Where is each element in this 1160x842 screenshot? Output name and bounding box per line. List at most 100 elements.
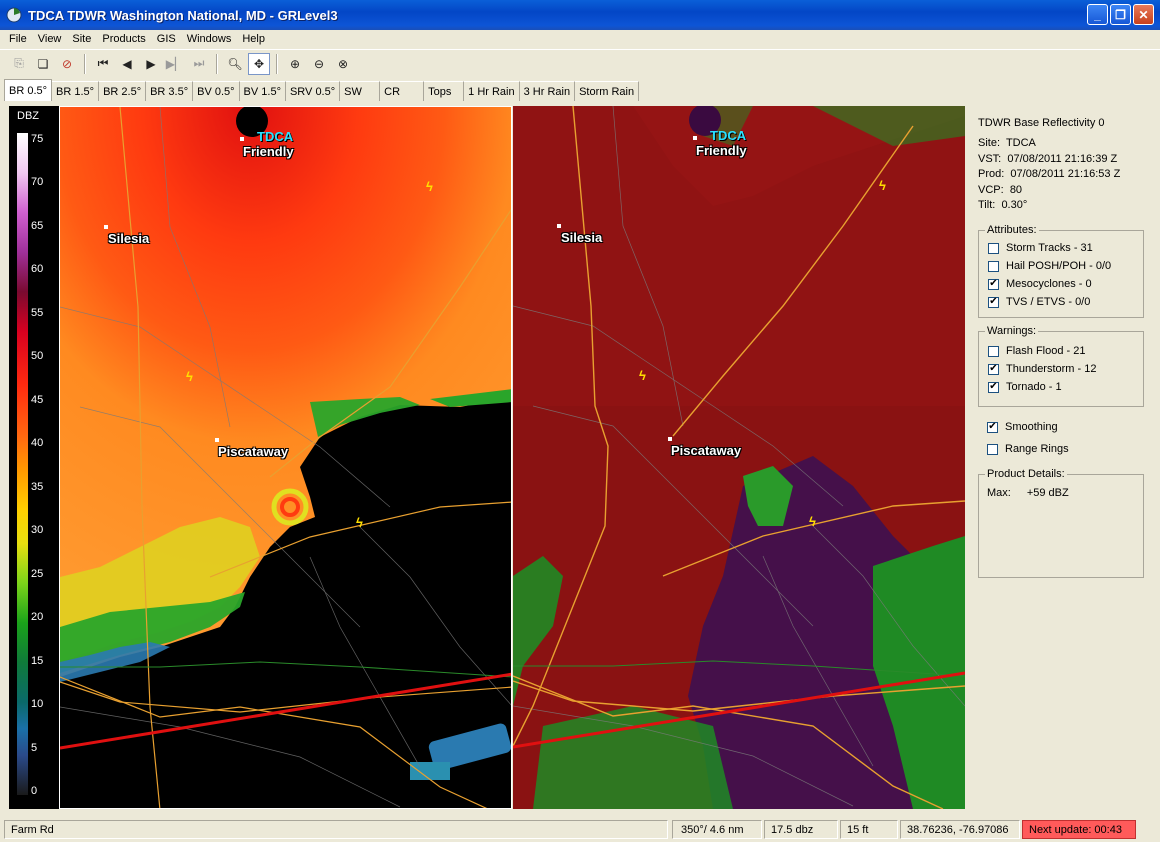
tab-cr[interactable]: CR — [380, 81, 425, 101]
legend-tick: 5 — [31, 742, 38, 754]
checkbox-label: Flash Flood - 21 — [1006, 345, 1086, 357]
attributes-group: Attributes: Storm Tracks - 31 Hail POSH/… — [978, 224, 1144, 318]
lightning-icon: ϟ — [639, 368, 646, 383]
checkbox-label: Range Rings — [1005, 443, 1069, 455]
last-frame-icon[interactable]: ⏭ — [188, 53, 210, 75]
lightning-icon: ϟ — [426, 179, 433, 194]
tab-srv-0-5[interactable]: SRV 0.5° — [285, 81, 341, 101]
app-icon — [6, 7, 22, 23]
restore-button[interactable]: ❐ — [1110, 4, 1131, 25]
attr-tvs[interactable]: ✔ TVS / ETVS - 0/0 — [979, 293, 1143, 311]
meta-value: 07/08/2011 21:16:53 Z — [1010, 168, 1121, 180]
play-icon[interactable]: ▶ — [140, 53, 162, 75]
checkbox[interactable] — [988, 260, 999, 272]
velocity-map[interactable]: TDCA Friendly Silesia Piscataway ϟ ϟ ϟ — [513, 106, 965, 809]
meta-label: Site: — [978, 137, 1001, 149]
site-marker — [240, 137, 244, 141]
tab-br-3-5[interactable]: BR 3.5° — [146, 81, 194, 101]
site-label: TDCA — [710, 128, 747, 143]
place-friendly: Friendly — [696, 143, 747, 158]
checkbox-checked[interactable]: ✔ — [988, 381, 999, 393]
meta-label: VST: — [978, 152, 1002, 165]
lightning-icon: ϟ — [186, 369, 193, 384]
tab-3hr-rain[interactable]: 3 Hr Rain — [519, 81, 576, 101]
pan-icon[interactable]: ✥ — [248, 52, 270, 75]
menu-products[interactable]: Products — [97, 33, 151, 45]
checkbox[interactable] — [987, 443, 998, 455]
copy-pages-icon[interactable]: ❏ — [32, 53, 54, 75]
status-height: 15 ft — [840, 820, 898, 839]
warnings-title: Warnings: — [985, 325, 1039, 337]
checkbox-checked[interactable]: ✔ — [987, 421, 998, 433]
attr-hail[interactable]: Hail POSH/POH - 0/0 — [979, 257, 1143, 275]
legend-tick: 25 — [31, 568, 44, 580]
place-marker — [104, 225, 108, 229]
tab-1hr-rain[interactable]: 1 Hr Rain — [464, 81, 520, 101]
checkbox[interactable] — [988, 242, 999, 254]
info-panel: TDWR Base Reflectivity 0 Site: TDCA VST:… — [966, 106, 1160, 816]
meta-row: Tilt: 0.30° — [978, 198, 1120, 214]
product-title: TDWR Base Reflectivity 0 — [978, 117, 1105, 129]
checkbox[interactable] — [988, 345, 999, 357]
attr-storm-tracks[interactable]: Storm Tracks - 31 — [979, 239, 1143, 257]
status-road: Farm Rd — [4, 820, 668, 839]
menu-view[interactable]: View — [33, 33, 68, 45]
place-marker — [557, 224, 561, 228]
menu-gis[interactable]: GIS — [152, 33, 182, 45]
place-marker — [668, 437, 672, 441]
max-value: +59 dBZ — [1026, 487, 1069, 499]
tab-storm-rain[interactable]: Storm Rain — [575, 81, 640, 101]
legend-tick: 15 — [31, 655, 44, 667]
status-azimuth-range: 350°/ 4.6 nm — [672, 820, 762, 839]
zoom-out-icon[interactable]: ⊖ — [308, 53, 330, 75]
first-frame-icon[interactable]: ⏮ — [92, 53, 114, 75]
reflectivity-map[interactable]: TDCA Friendly Silesia Piscataway ϟ ϟ ϟ — [59, 106, 512, 809]
minimize-button[interactable]: _ — [1087, 4, 1108, 25]
meta-value: 0.30° — [1001, 199, 1028, 211]
title-bar: TDCA TDWR Washington National, MD - GRLe… — [0, 0, 1160, 30]
attr-mesocyclones[interactable]: ✔ Mesocyclones - 0 — [979, 275, 1143, 293]
status-bar: Farm Rd 350°/ 4.6 nm 17.5 dbz 15 ft 38.7… — [0, 818, 1160, 842]
tab-br-0-5[interactable]: BR 0.5° — [4, 79, 53, 101]
close-button[interactable]: ✕ — [1133, 4, 1154, 25]
meta-label: VCP: — [978, 183, 1004, 196]
meta-value: TDCA — [1005, 137, 1036, 149]
checkbox-label: Storm Tracks - 31 — [1006, 242, 1093, 254]
zoom-reset-icon[interactable]: ⊗ — [332, 53, 354, 75]
lightning-icon: ϟ — [879, 178, 886, 193]
status-value: 17.5 dbz — [764, 820, 838, 839]
product-meta: Site: TDCA VST: 07/08/2011 21:16:39 Z Pr… — [978, 136, 1120, 214]
place-silesia: Silesia — [561, 230, 603, 245]
tab-br-1-5[interactable]: BR 1.5° — [52, 81, 100, 101]
copy-icon[interactable]: ⎘ — [8, 53, 30, 75]
warn-thunderstorm[interactable]: ✔ Thunderstorm - 12 — [979, 360, 1143, 378]
meta-row: Site: TDCA — [978, 136, 1120, 152]
checkbox-checked[interactable]: ✔ — [988, 278, 999, 290]
checkbox-label: Hail POSH/POH - 0/0 — [1006, 260, 1112, 272]
attributes-title: Attributes: — [985, 224, 1039, 236]
menu-help[interactable]: Help — [237, 33, 271, 45]
warn-tornado[interactable]: ✔ Tornado - 1 — [979, 378, 1143, 396]
tab-sw[interactable]: SW — [340, 81, 381, 101]
legend-color-bar — [17, 133, 28, 795]
zoom-icon[interactable]: 🔍︎ — [224, 53, 246, 75]
tab-br-2-5[interactable]: BR 2.5° — [99, 81, 147, 101]
menu-windows[interactable]: Windows — [182, 33, 238, 45]
legend-tick: 70 — [31, 176, 44, 188]
menu-file[interactable]: File — [4, 33, 33, 45]
warn-flash-flood[interactable]: Flash Flood - 21 — [979, 342, 1143, 360]
range-rings-option[interactable]: Range Rings — [978, 440, 1069, 458]
stop-icon[interactable]: ⊘ — [56, 53, 78, 75]
tab-tops[interactable]: Tops — [424, 81, 465, 101]
prev-frame-icon[interactable]: ◀ — [116, 53, 138, 75]
smoothing-option[interactable]: ✔ Smoothing — [978, 418, 1058, 436]
menu-site[interactable]: Site — [67, 33, 97, 45]
checkbox-checked[interactable]: ✔ — [988, 296, 999, 308]
checkbox-checked[interactable]: ✔ — [988, 363, 999, 375]
max-row: Max: +59 dBZ — [987, 487, 1069, 499]
next-frame-icon[interactable]: ▶▏ — [164, 53, 186, 75]
tab-bv-1-5[interactable]: BV 1.5° — [239, 81, 286, 101]
tab-bv-0-5[interactable]: BV 0.5° — [193, 81, 240, 101]
zoom-in-icon[interactable]: ⊕ — [284, 53, 306, 75]
toolbar-separator — [84, 53, 86, 74]
